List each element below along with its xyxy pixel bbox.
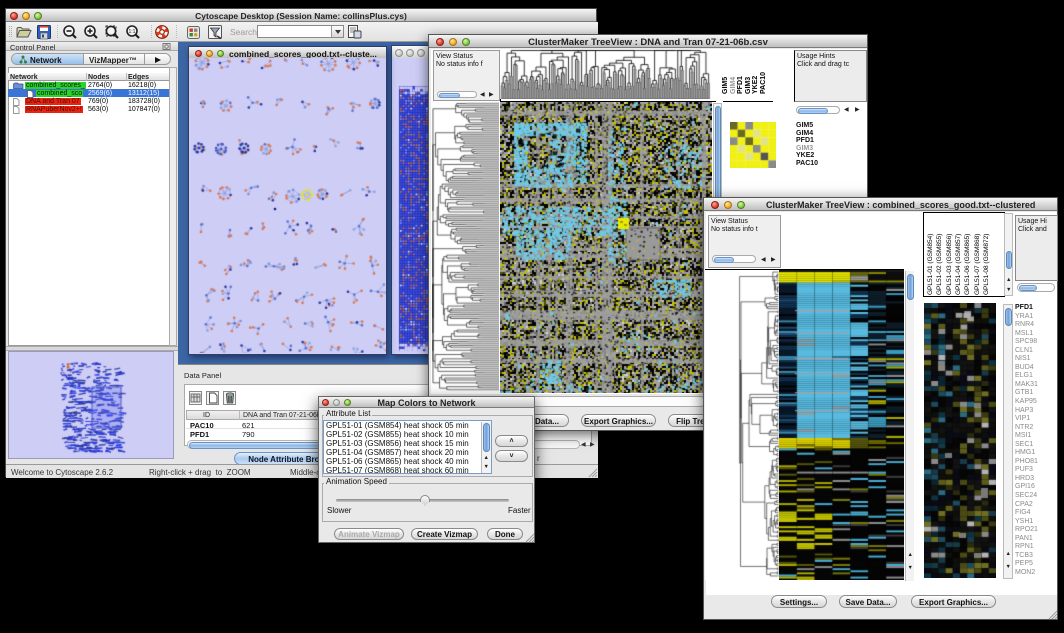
svg-text:1:1: 1:1 xyxy=(129,29,136,35)
